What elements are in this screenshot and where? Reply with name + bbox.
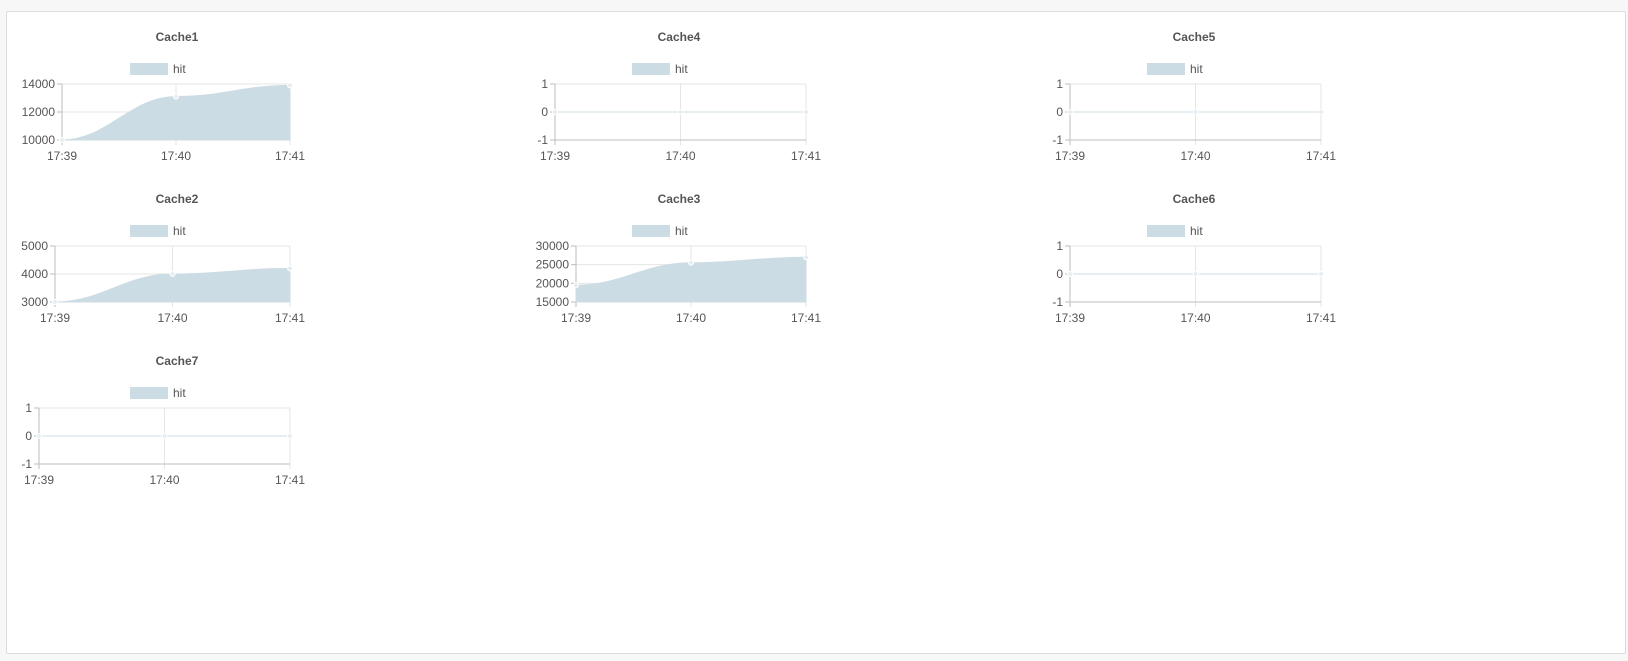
- chart-title: Cache3: [658, 192, 701, 206]
- y-tick-label: 3000: [21, 295, 48, 309]
- x-tick-label: 17:40: [665, 149, 695, 163]
- y-tick-label: 30000: [536, 239, 570, 253]
- data-point: [287, 265, 293, 272]
- chart-cache6: Cache6 hit -1 0 1 17:39 17:40 17:41: [1052, 192, 1336, 325]
- y-tick-label: 14000: [22, 77, 56, 91]
- data-point: [287, 433, 293, 439]
- data-point: [803, 109, 809, 115]
- y-tick-label: 12000: [22, 105, 56, 119]
- x-tick-label: 17:40: [1180, 311, 1210, 325]
- chart-cache3: Cache3 hit 15000 20000 25000 30000 17:39 17:40 1…: [536, 192, 822, 325]
- x-tick-label: 17:41: [791, 311, 821, 325]
- legend-swatch: [130, 63, 168, 75]
- chart-cache1: Cache1 hit 10000 12000 14000 17:39 17:40 17:41: [22, 30, 306, 163]
- chart-cache5: Cache5 hit -1 0 1 17:39 17:40 17:41: [1052, 30, 1336, 163]
- x-tick-label: 17:39: [1055, 149, 1085, 163]
- y-tick-label: 1: [25, 401, 32, 415]
- x-tick-label: 17:40: [157, 311, 187, 325]
- x-tick-label: 17:41: [275, 473, 305, 487]
- data-point: [677, 109, 684, 115]
- data-point: [1067, 109, 1073, 115]
- legend-swatch: [130, 225, 168, 237]
- data-point: [173, 93, 179, 100]
- x-tick-label: 17:39: [40, 311, 70, 325]
- x-tick-label: 17:39: [47, 149, 77, 163]
- y-tick-label: -1: [537, 133, 548, 147]
- y-tick-label: 1: [1056, 239, 1063, 253]
- chart-cache2: Cache2 hit 3000 4000 5000 17:39 17:40 17:41: [21, 192, 305, 325]
- y-tick-label: 0: [25, 429, 32, 443]
- y-tick-label: 10000: [22, 133, 56, 147]
- data-point: [161, 433, 168, 439]
- chart-title: Cache6: [1173, 192, 1216, 206]
- data-point: [1067, 271, 1073, 277]
- x-tick-label: 17:39: [24, 473, 54, 487]
- chart-title: Cache7: [156, 354, 199, 368]
- x-tick-label: 17:41: [1306, 149, 1336, 163]
- y-tick-label: 0: [1056, 267, 1063, 281]
- chart-title: Cache4: [658, 30, 701, 44]
- x-tick-label: 17:40: [149, 473, 179, 487]
- x-tick-label: 17:39: [540, 149, 570, 163]
- y-tick-label: 25000: [536, 258, 570, 272]
- data-point: [803, 254, 809, 261]
- data-point: [1318, 109, 1324, 115]
- legend-label: hit: [1190, 224, 1203, 238]
- legend-swatch: [1147, 225, 1185, 237]
- y-tick-label: 20000: [536, 276, 570, 290]
- x-tick-label: 17:40: [676, 311, 706, 325]
- chart-title: Cache1: [156, 30, 199, 44]
- data-point: [287, 82, 293, 89]
- y-tick-label: 4000: [21, 267, 48, 281]
- chart-title: Cache2: [156, 192, 199, 206]
- legend-label: hit: [173, 386, 186, 400]
- data-point: [573, 282, 579, 289]
- x-tick-label: 17:40: [161, 149, 191, 163]
- y-tick-label: -1: [21, 457, 32, 471]
- data-point: [52, 299, 58, 305]
- y-tick-label: 15000: [536, 295, 570, 309]
- legend-label: hit: [675, 62, 688, 76]
- legend-label: hit: [675, 224, 688, 238]
- legend-swatch: [632, 225, 670, 237]
- legend-swatch: [130, 387, 168, 399]
- data-point: [552, 109, 558, 115]
- y-tick-label: 0: [1056, 105, 1063, 119]
- x-tick-label: 17:40: [1180, 149, 1210, 163]
- data-point: [169, 271, 176, 277]
- data-point: [688, 259, 694, 266]
- y-tick-label: 1: [541, 77, 548, 91]
- x-tick-label: 17:41: [1306, 311, 1336, 325]
- chart-title: Cache5: [1173, 30, 1216, 44]
- x-tick-label: 17:39: [561, 311, 591, 325]
- y-tick-label: -1: [1052, 295, 1063, 309]
- data-point: [1192, 271, 1199, 277]
- legend-label: hit: [173, 224, 186, 238]
- x-tick-label: 17:41: [275, 311, 305, 325]
- y-tick-label: 1: [1056, 77, 1063, 91]
- data-point: [1318, 271, 1324, 277]
- legend-swatch: [632, 63, 670, 75]
- y-tick-label: 5000: [21, 239, 48, 253]
- data-point: [36, 433, 42, 439]
- legend-label: hit: [173, 62, 186, 76]
- chart-cache7: Cache7 hit -1 0 1 17:39 17:40 17:41: [21, 354, 305, 487]
- data-point: [1192, 109, 1199, 115]
- x-tick-label: 17:41: [275, 149, 305, 163]
- x-tick-label: 17:41: [791, 149, 821, 163]
- data-point: [59, 137, 65, 143]
- legend-label: hit: [1190, 62, 1203, 76]
- x-tick-label: 17:39: [1055, 311, 1085, 325]
- legend-swatch: [1147, 63, 1185, 75]
- y-tick-label: -1: [1052, 133, 1063, 147]
- chart-cache4: Cache4 hit -1 0 1 17:39 17:40 17:41: [537, 30, 821, 163]
- y-tick-label: 0: [541, 105, 548, 119]
